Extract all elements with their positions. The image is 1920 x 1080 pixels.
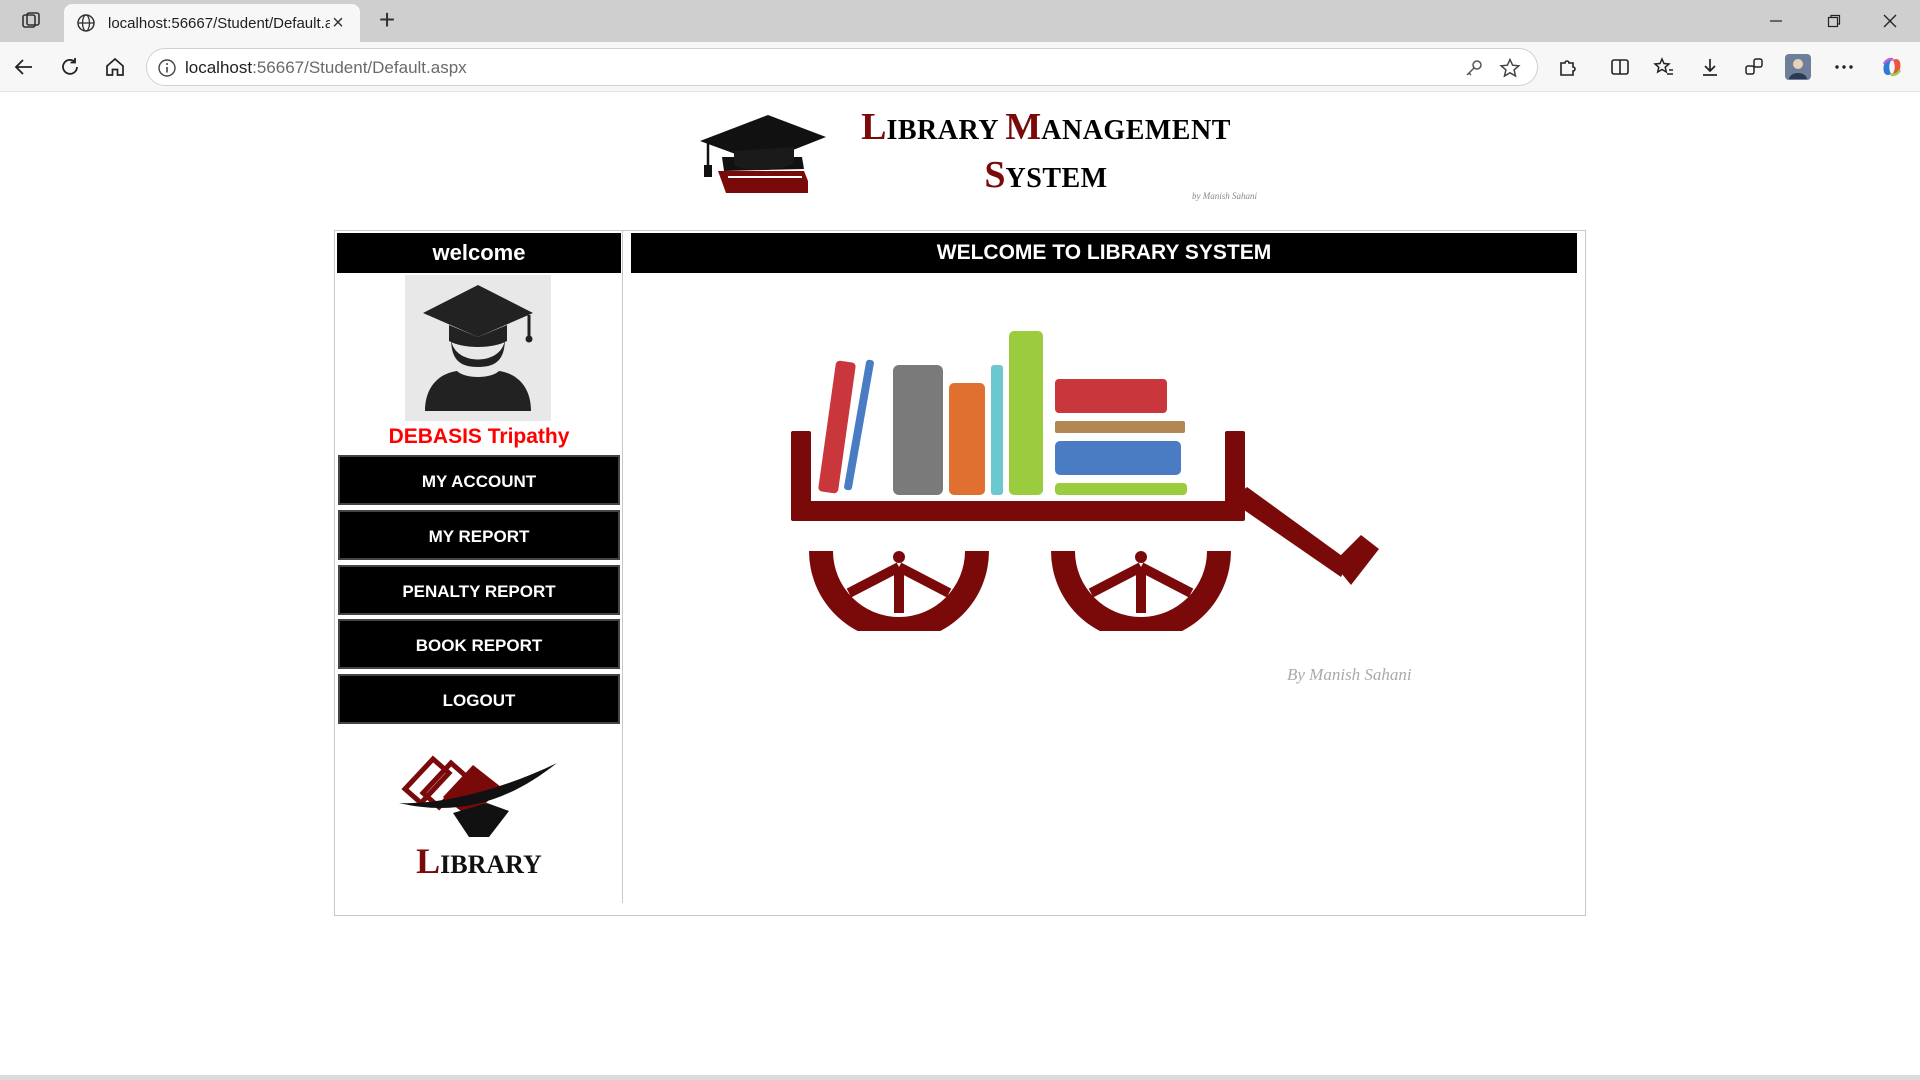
url-text: localhost:56667/Student/Default.aspx (185, 58, 467, 78)
nav-my-report-button[interactable]: MY REPORT (338, 510, 620, 560)
tab-actions-icon[interactable] (18, 9, 44, 33)
connect-icon[interactable] (1738, 51, 1770, 83)
student-avatar (405, 275, 551, 421)
nav-penalty-report-button[interactable]: PENALTY REPORT (338, 565, 620, 615)
sidebar: welcome DEBASIS Tripathy MY ACCOUNT MY R… (335, 231, 623, 903)
close-window-icon[interactable] (1862, 0, 1918, 42)
downloads-icon[interactable] (1694, 51, 1726, 83)
close-tab-icon[interactable]: × (328, 13, 348, 33)
new-tab-icon[interactable]: + (372, 6, 402, 36)
site-title-line1: LIBRARY MANAGEMENT (836, 107, 1256, 155)
key-icon[interactable] (1463, 57, 1485, 79)
url-path: :56667/Student/Default.aspx (252, 58, 467, 77)
title-word-management: ANAGEMENT (1041, 115, 1231, 146)
title-word-library: IBRARY (886, 115, 1006, 146)
copilot-icon[interactable] (1876, 51, 1908, 83)
page-viewport: LIBRARY MANAGEMENT SYSTEM by Manish Saha… (6, 93, 1916, 1075)
split-screen-icon[interactable] (1604, 51, 1636, 83)
extensions-icon[interactable] (1552, 51, 1584, 83)
title-initial-l: L (861, 106, 887, 148)
title-initial-m: M (1005, 106, 1042, 148)
favorites-icon[interactable] (1648, 51, 1680, 83)
back-icon[interactable] (8, 51, 40, 83)
welcome-heading: welcome (337, 233, 621, 273)
library-logo: LIBRARY (389, 741, 569, 881)
url-host: localhost (185, 58, 253, 77)
nav-book-report-button[interactable]: BOOK REPORT (338, 619, 620, 669)
title-word-system: YSTEM (1005, 163, 1108, 194)
title-initial-s: S (984, 154, 1006, 196)
tab-title: localhost:56667/Student/Default.a (108, 14, 330, 32)
nav-logout-button[interactable]: LOGOUT (338, 674, 620, 724)
browser-tab[interactable]: localhost:56667/Student/Default.a × (64, 4, 360, 42)
svg-text:LIBRARY: LIBRARY (416, 841, 542, 881)
graduation-cap-books-logo (700, 115, 826, 193)
browser-tab-bar: localhost:56667/Student/Default.a × + (0, 0, 1920, 42)
restore-icon[interactable] (1806, 0, 1862, 42)
globe-icon (77, 14, 95, 32)
browser-toolbar: localhost:56667/Student/Default.aspx (0, 42, 1920, 92)
taskbar-edge (0, 1075, 1920, 1080)
refresh-icon[interactable] (54, 51, 86, 83)
header-byline: by Manish Sahani (1192, 191, 1257, 201)
student-name: DEBASIS Tripathy (388, 425, 570, 448)
home-icon[interactable] (99, 51, 131, 83)
site-title: LIBRARY MANAGEMENT SYSTEM (836, 107, 1256, 203)
minimize-icon[interactable] (1748, 0, 1804, 42)
main-container: welcome DEBASIS Tripathy MY ACCOUNT MY R… (334, 230, 1586, 916)
content-heading: WELCOME TO LIBRARY SYSTEM (631, 233, 1577, 273)
site-info-icon[interactable] (157, 58, 177, 78)
content-byline: By Manish Sahani (1287, 665, 1412, 684)
content-area: WELCOME TO LIBRARY SYSTEM By Manish Saha… (625, 231, 1585, 915)
site-header: LIBRARY MANAGEMENT SYSTEM by Manish Saha… (696, 101, 1296, 211)
profile-avatar-icon[interactable] (1782, 51, 1814, 83)
address-bar[interactable]: localhost:56667/Student/Default.aspx (146, 48, 1538, 86)
book-cart-illustration (791, 331, 1379, 631)
nav-my-account-button[interactable]: MY ACCOUNT (338, 455, 620, 505)
more-options-icon[interactable] (1828, 51, 1860, 83)
favorite-star-icon[interactable] (1499, 57, 1521, 79)
